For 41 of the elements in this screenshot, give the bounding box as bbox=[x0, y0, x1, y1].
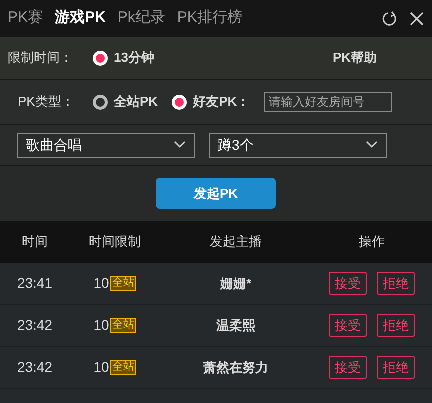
reject-button[interactable]: 拒绝 bbox=[377, 314, 415, 337]
column-header: 时间 bbox=[21, 233, 49, 252]
dropdown[interactable]: 歌曲合唱 bbox=[17, 132, 195, 158]
refresh-icon[interactable] bbox=[382, 10, 398, 26]
close-icon[interactable] bbox=[410, 12, 424, 26]
table-cell-text: 温柔熙 bbox=[216, 316, 256, 335]
time-limit-label: 限制时间： bbox=[8, 49, 74, 68]
table-cell-text: 10 bbox=[94, 358, 110, 377]
start-pk-button[interactable]: 发起PK bbox=[156, 178, 276, 209]
option-label: 全站PK bbox=[114, 93, 158, 112]
scope-tag: 全站 bbox=[110, 318, 136, 333]
table-cell-text: 10 bbox=[94, 274, 110, 293]
column-header: 发起主播 bbox=[209, 233, 263, 252]
table-cell-text: 23:41 bbox=[16, 274, 54, 293]
column-header: 操作 bbox=[358, 233, 386, 252]
room-number-field[interactable]: 请输入好友房间号 bbox=[264, 92, 392, 112]
table-cell-text: 23:42 bbox=[16, 316, 54, 335]
chevron-down-icon bbox=[174, 141, 186, 149]
pk-help-link[interactable]: PK帮助 bbox=[332, 48, 377, 68]
option-label: 好友PK： bbox=[193, 93, 250, 112]
tab[interactable]: PK赛 bbox=[8, 7, 44, 30]
radio-button[interactable] bbox=[93, 94, 108, 110]
reject-button[interactable]: 拒绝 bbox=[377, 356, 415, 379]
tab[interactable]: PK排行榜 bbox=[177, 7, 242, 30]
chevron-down-icon bbox=[366, 141, 378, 149]
table-cell-text: 萧然在努力 bbox=[202, 358, 270, 377]
column-header: 时间限制 bbox=[88, 233, 142, 252]
accept-button[interactable]: 接受 bbox=[329, 314, 367, 337]
accept-button[interactable]: 接受 bbox=[329, 356, 367, 379]
scope-tag: 全站 bbox=[110, 360, 136, 375]
dropdown[interactable]: 蹲3个 bbox=[209, 132, 387, 158]
table-cell-text: 姗姗* bbox=[219, 274, 253, 293]
option-label: 13分钟 bbox=[114, 49, 154, 68]
scope-tag: 全站 bbox=[110, 276, 136, 291]
pk-type-label: PK类型： bbox=[17, 93, 76, 112]
table-cell-text: 10 bbox=[94, 316, 110, 335]
reject-button[interactable]: 拒绝 bbox=[377, 272, 415, 295]
table-cell-text: 23:42 bbox=[16, 358, 54, 377]
accept-button[interactable]: 接受 bbox=[329, 272, 367, 295]
tab[interactable]: Pk纪录 bbox=[118, 7, 166, 30]
tab[interactable]: 游戏PK bbox=[55, 7, 106, 30]
